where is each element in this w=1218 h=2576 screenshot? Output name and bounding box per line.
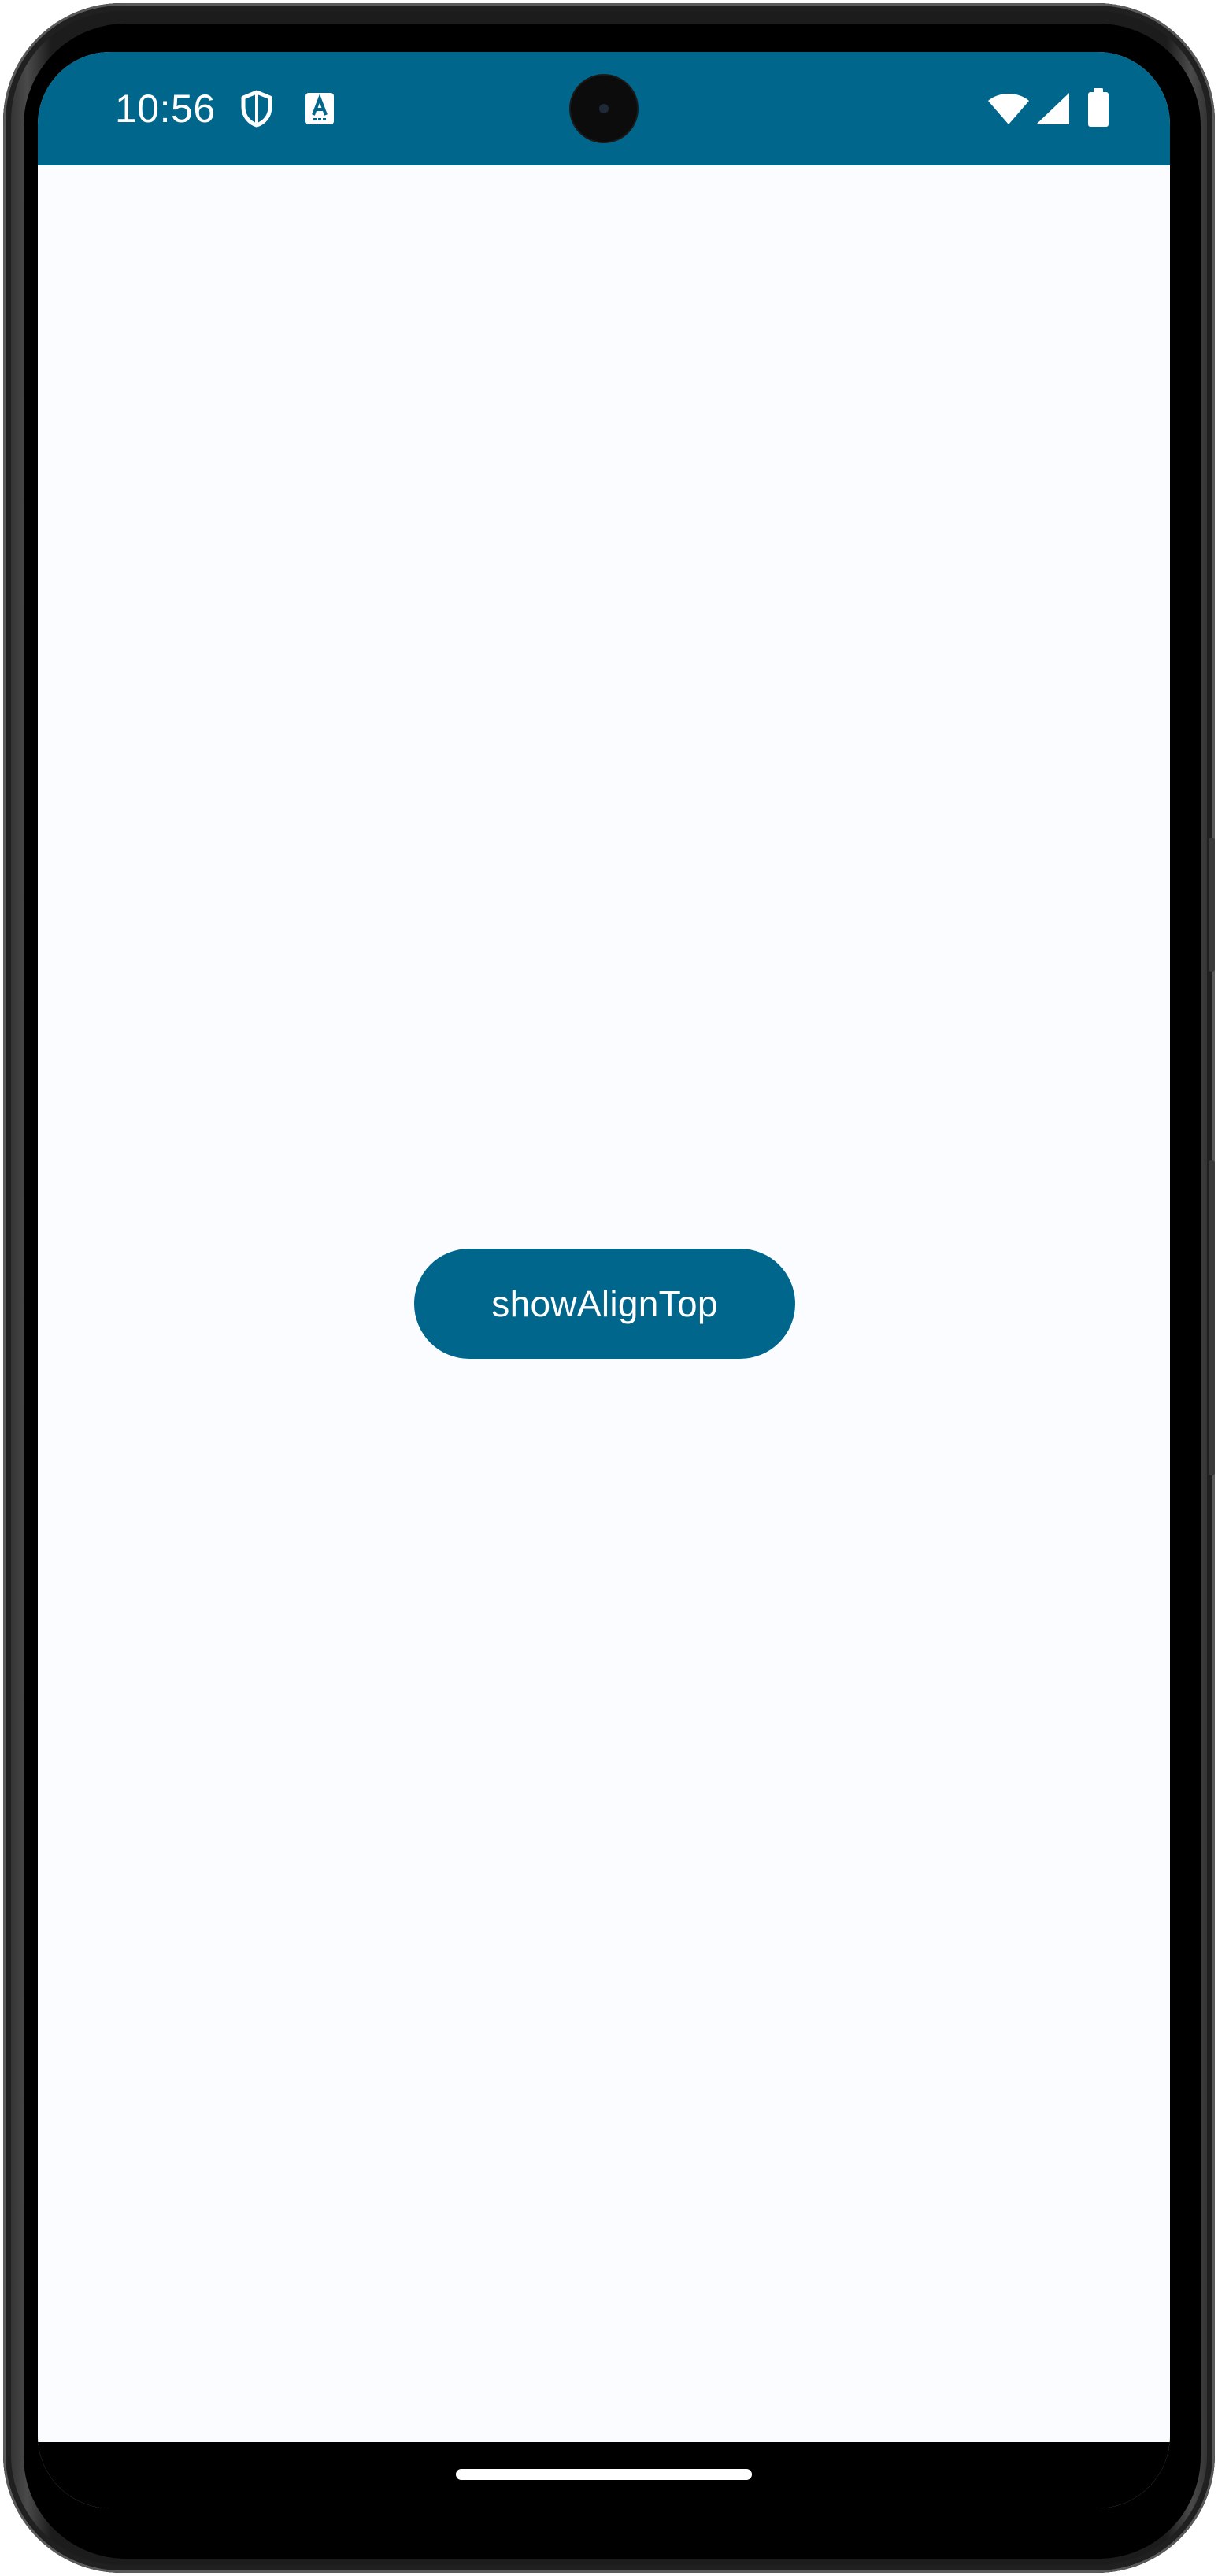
keyboard-a-icon xyxy=(304,91,335,130)
shield-icon xyxy=(239,90,274,131)
home-indicator[interactable] xyxy=(456,2469,752,2480)
navigation-bar xyxy=(38,2442,1170,2508)
show-align-top-button[interactable]: showAlignTop xyxy=(414,1249,795,1359)
status-time: 10:56 xyxy=(115,87,216,131)
cellular-signal-icon xyxy=(1035,91,1071,130)
status-bar: 10:56 xyxy=(38,52,1170,165)
phone-screen: 10:56 showAlignTop xyxy=(38,52,1170,2508)
front-camera xyxy=(571,76,637,142)
power-button xyxy=(1209,1160,1215,1475)
wifi-icon xyxy=(987,91,1030,130)
battery-icon xyxy=(1087,88,1110,131)
volume-button xyxy=(1209,838,1215,972)
